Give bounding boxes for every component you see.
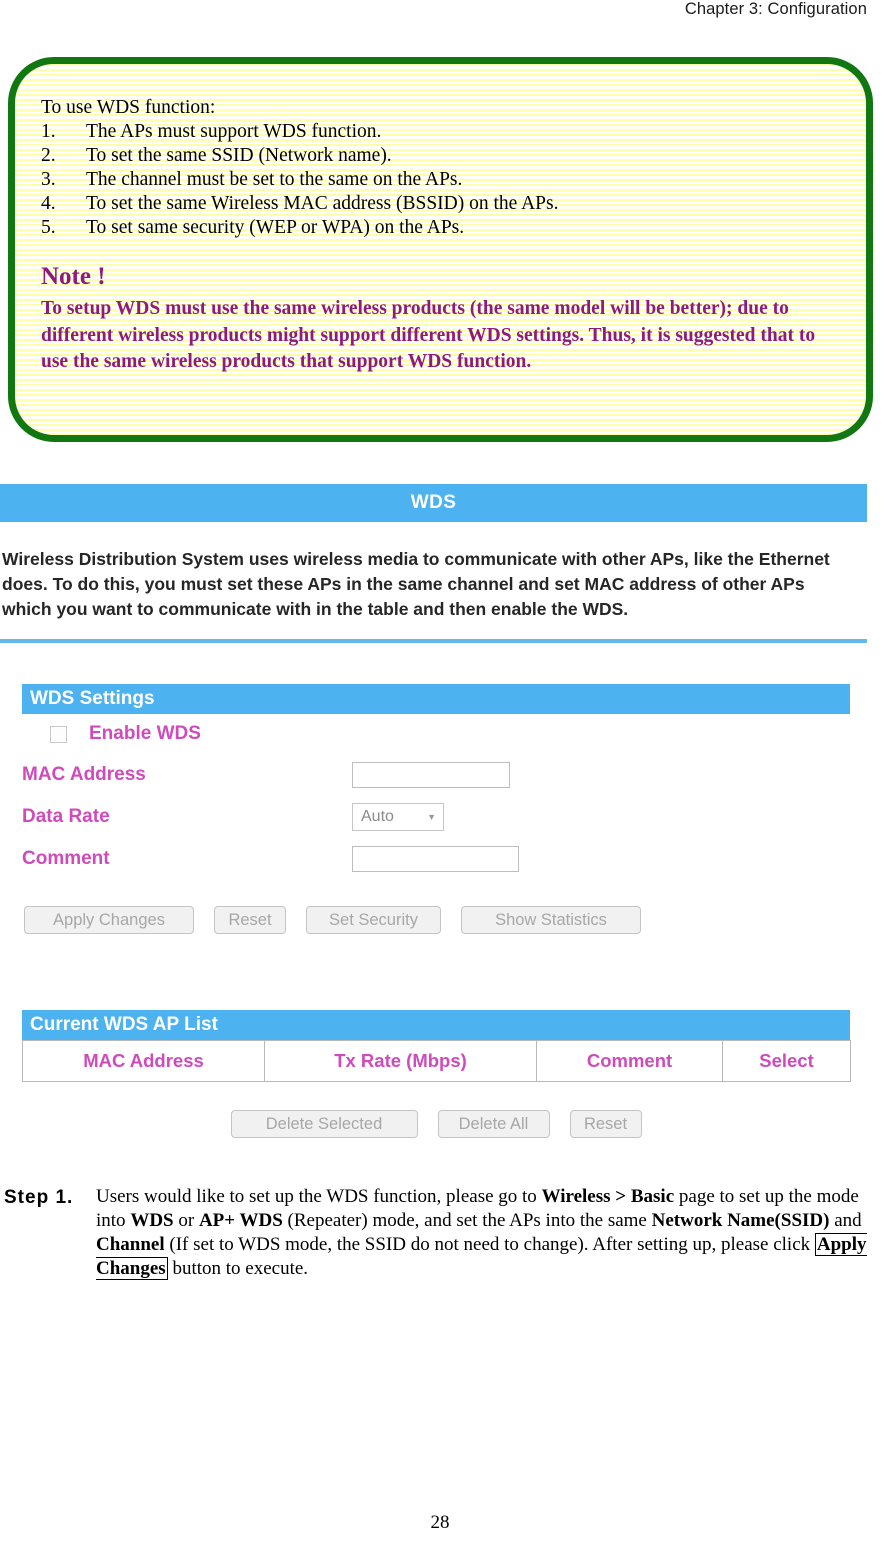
apply-changes-button[interactable]: Apply Changes	[24, 906, 194, 934]
note-body-text: To setup WDS must use the same wireless …	[41, 298, 816, 372]
list-item-number: 2.	[41, 145, 56, 166]
step-1-plain-run: (Repeater) mode, and set the APs into th…	[282, 1210, 652, 1231]
comment-row: Comment	[22, 838, 850, 880]
list-item-number: 1.	[41, 121, 56, 142]
step-1-text: Users would like to set up the WDS funct…	[96, 1185, 868, 1281]
step-1-bold-run: Channel	[96, 1234, 165, 1255]
list-item: 1. The APs must support WDS function.	[41, 120, 840, 144]
delete-all-button[interactable]: Delete All	[437, 1110, 550, 1138]
data-rate-selected-value: Auto	[361, 808, 394, 825]
list-item-text: The APs must support WDS function.	[86, 121, 382, 142]
comment-label: Comment	[22, 848, 110, 869]
enable-wds-label: Enable WDS	[89, 723, 201, 744]
wds-requirements-note-box: To use WDS function: 1. The APs must sup…	[8, 57, 873, 442]
ap-list-button-row: Delete Selected Delete All Reset	[22, 1110, 850, 1138]
reset-button[interactable]: Reset	[214, 906, 286, 934]
current-wds-ap-list-table: MAC Address Tx Rate (Mbps) Comment Selec…	[22, 1040, 851, 1082]
step-1-bold-run: Network Name(SSID)	[651, 1210, 830, 1231]
list-item-number: 3.	[41, 169, 56, 190]
note-heading: Note !	[41, 263, 106, 290]
panel-divider	[0, 639, 867, 643]
list-item: 4. To set the same Wireless MAC address …	[41, 192, 840, 216]
list-item-text: The channel must be set to the same on t…	[86, 169, 463, 190]
step-1-plain-run: and	[829, 1210, 862, 1231]
list-item: 5. To set same security (WEP or WPA) on …	[41, 216, 840, 240]
wds-requirements-list: 1. The APs must support WDS function. 2.…	[41, 120, 840, 240]
show-statistics-button[interactable]: Show Statistics	[461, 906, 641, 934]
data-rate-row: Data Rate Auto ▼	[22, 796, 850, 838]
step-1-bold-run: WDS	[130, 1210, 174, 1231]
mac-address-label: MAC Address	[22, 764, 146, 785]
current-wds-ap-list-panel: Current WDS AP List MAC Address Tx Rate …	[22, 1010, 851, 1138]
step-1-plain-run: button to execute.	[167, 1258, 309, 1279]
column-header-tx-rate: Tx Rate (Mbps)	[264, 1040, 537, 1082]
delete-selected-button[interactable]: Delete Selected	[230, 1110, 418, 1138]
enable-wds-checkbox[interactable]	[50, 725, 67, 743]
current-wds-ap-list-title: Current WDS AP List	[22, 1010, 850, 1040]
list-item-text: To set the same SSID (Network name).	[86, 145, 392, 166]
column-header-select: Select	[722, 1040, 851, 1082]
list-item: 3. The channel must be set to the same o…	[41, 168, 840, 192]
note-intro-line: To use WDS function:	[41, 97, 216, 118]
page-running-header: Chapter 3: Configuration	[684, 0, 867, 18]
step-1-bold-run: AP+ WDS	[198, 1210, 283, 1231]
step-1-bold-run: Wireless > Basic	[541, 1186, 675, 1207]
wds-settings-title: WDS Settings	[22, 684, 850, 714]
column-header-mac-address: MAC Address	[22, 1040, 265, 1082]
table-header-row: MAC Address Tx Rate (Mbps) Comment Selec…	[22, 1040, 851, 1082]
page-number: 28	[430, 1512, 450, 1533]
data-rate-select[interactable]: Auto ▼	[352, 803, 444, 831]
list-item-number: 5.	[41, 217, 56, 238]
set-security-button[interactable]: Set Security	[306, 906, 441, 934]
wds-panel-screenshot: WDS Wireless Distribution System uses wi…	[0, 484, 867, 643]
wds-panel-description: Wireless Distribution System uses wirele…	[2, 549, 830, 619]
column-header-comment: Comment	[536, 1040, 723, 1082]
list-item-number: 4.	[41, 193, 56, 214]
list-item-text: To set the same Wireless MAC address (BS…	[86, 193, 559, 214]
data-rate-label: Data Rate	[22, 806, 110, 827]
step-1-block: Step 1. Users would like to set up the W…	[4, 1185, 870, 1281]
step-1-plain-run: or	[173, 1210, 199, 1231]
chevron-down-icon: ▼	[427, 811, 436, 822]
list-item-text: To set same security (WEP or WPA) on the…	[86, 217, 465, 238]
comment-input[interactable]	[352, 846, 519, 872]
wds-panel-title: WDS	[0, 484, 867, 522]
wds-settings-button-row: Apply Changes Reset Set Security Show St…	[22, 906, 850, 934]
step-1-label: Step 1.	[4, 1187, 74, 1208]
mac-address-row: MAC Address	[22, 754, 850, 796]
ap-list-reset-button[interactable]: Reset	[569, 1110, 642, 1138]
enable-wds-row: Enable WDS	[22, 714, 850, 754]
list-item: 2. To set the same SSID (Network name).	[41, 144, 840, 168]
step-1-plain-run: (If set to WDS mode, the SSID do not nee…	[164, 1234, 815, 1255]
mac-address-input[interactable]	[352, 762, 510, 788]
step-1-plain-run: Users would like to set up the WDS funct…	[96, 1186, 542, 1207]
wds-settings-panel: WDS Settings Enable WDS MAC Address Data…	[22, 684, 850, 934]
